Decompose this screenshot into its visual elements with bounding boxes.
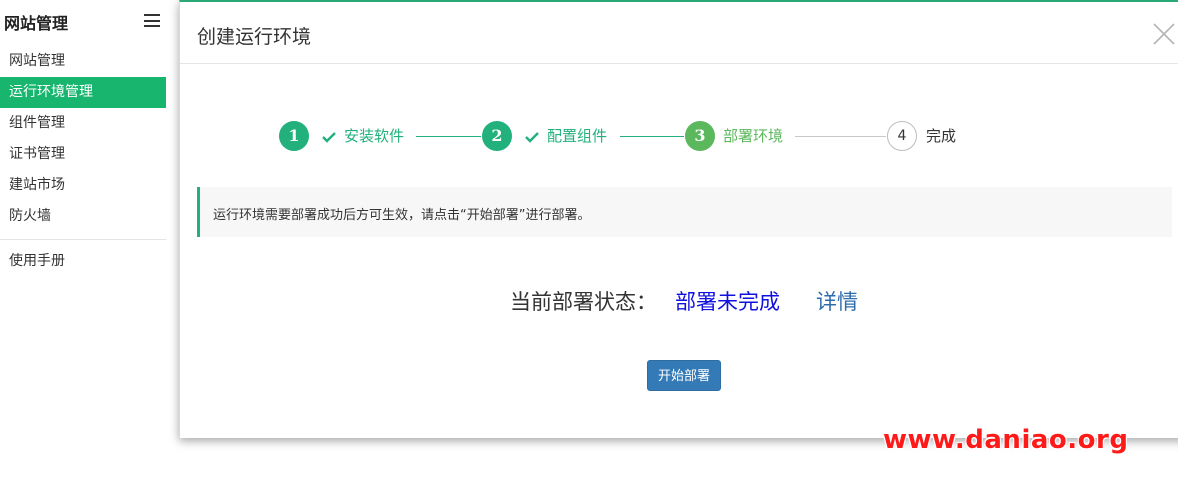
sidebar-item-runtime-environment[interactable]: 运行环境管理 <box>0 77 166 108</box>
sidebar-item-website-management[interactable]: 网站管理 <box>0 46 166 77</box>
sidebar-divider <box>0 239 166 240</box>
step-3-number: 3 <box>685 121 715 151</box>
step-1-label: 安装软件 <box>344 127 405 145</box>
deploy-status-detail-link[interactable]: 详情 <box>816 286 858 316</box>
step-2-label: 配置组件 <box>547 127 608 145</box>
step-1-number: 1 <box>279 121 309 151</box>
info-alert: 运行环境需要部署成功后方可生效，请点击“开始部署”进行部署。 <box>197 187 1172 237</box>
sidebar-item-firewall[interactable]: 防火墙 <box>0 201 166 232</box>
step-2-number: 2 <box>482 121 512 151</box>
create-runtime-modal: 创建运行环境 1 安装软件 2 配置组件 3 部署环境 4 完成 运行环境需要部… <box>179 0 1178 438</box>
sidebar-item-site-market[interactable]: 建站市场 <box>0 170 166 201</box>
step-1-check-icon <box>322 132 336 143</box>
step-3-connector <box>795 136 886 137</box>
step-4-number: 4 <box>887 121 917 151</box>
sidebar-item-user-manual[interactable]: 使用手册 <box>0 246 166 277</box>
sidebar-item-component-management[interactable]: 组件管理 <box>0 108 166 139</box>
modal-title: 创建运行环境 <box>197 26 312 48</box>
step-1-connector <box>416 136 481 137</box>
step-2-check-icon <box>525 132 539 143</box>
hamburger-menu-icon[interactable] <box>144 14 160 27</box>
sidebar-item-certificate-management[interactable]: 证书管理 <box>0 139 166 170</box>
step-4-label: 完成 <box>926 127 957 145</box>
sidebar-header: 网站管理 <box>0 0 166 40</box>
watermark-text: www.daniao.org <box>883 425 1129 455</box>
deploy-status-value: 部署未完成 <box>675 290 780 314</box>
alert-text: 运行环境需要部署成功后方可生效，请点击“开始部署”进行部署。 <box>213 208 591 223</box>
modal-header: 创建运行环境 <box>180 2 1178 64</box>
close-icon[interactable] <box>1152 22 1176 46</box>
step-2-connector <box>620 136 684 137</box>
start-deploy-button[interactable]: 开始部署 <box>647 360 721 391</box>
step-3-label: 部署环境 <box>723 127 784 145</box>
deploy-status-label: 当前部署状态： <box>510 290 657 314</box>
sidebar: 网站管理 网站管理 运行环境管理 组件管理 证书管理 建站市场 防火墙 使用手册 <box>0 0 166 495</box>
sidebar-title: 网站管理 <box>4 14 69 33</box>
